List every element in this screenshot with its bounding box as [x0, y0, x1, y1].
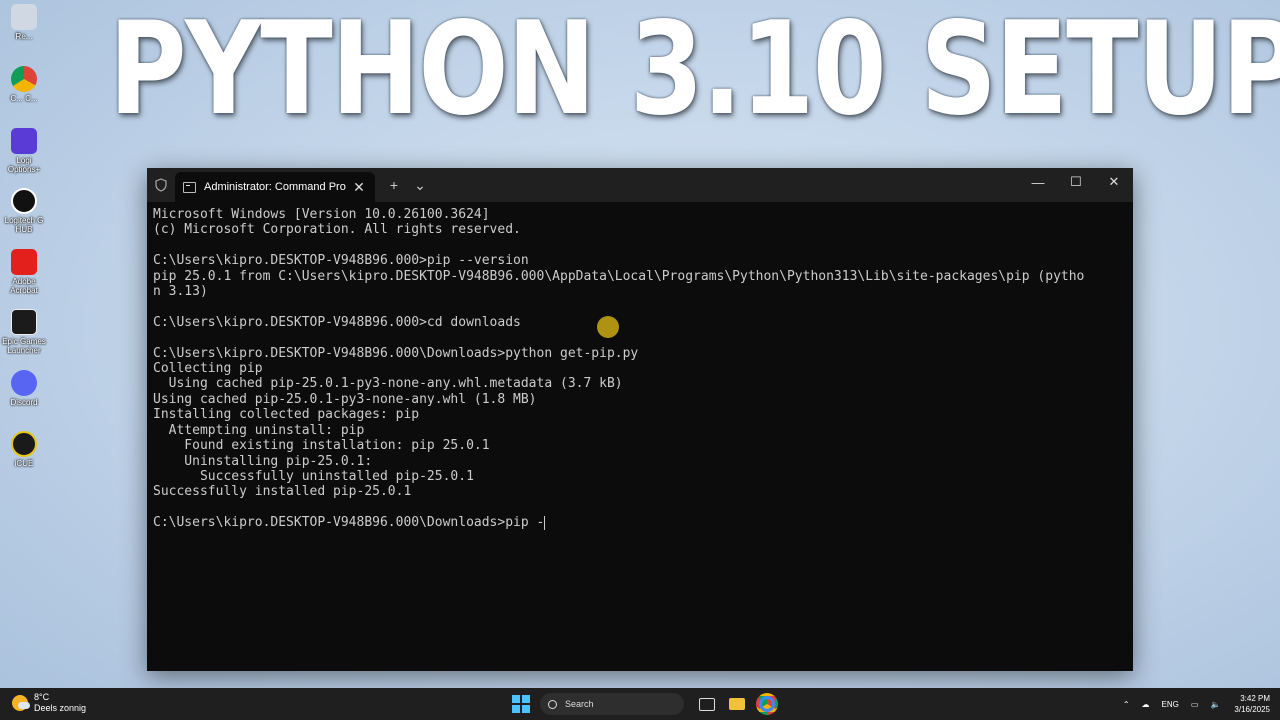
desktop-icon-recycle-bin[interactable]: Re...	[2, 4, 46, 41]
command-prompt-text: C:\Users\kipro.DESKTOP-V948B96.000\Downl…	[153, 515, 545, 531]
terminal-line: Installing collected packages: pip	[153, 407, 420, 423]
folder-icon	[729, 698, 745, 710]
tab-command-prompt[interactable]: Administrator: Command Pro ✕	[175, 172, 375, 202]
terminal-line: Attempting uninstall: pip	[153, 422, 365, 438]
mouse-pointer-highlight	[597, 316, 619, 338]
chrome-icon	[756, 693, 778, 715]
video-headline: PYTHON 3.10 SETUP	[108, 0, 1280, 144]
terminal-line: Using cached pip-25.0.1-py3-none-any.whl…	[153, 391, 537, 407]
language-indicator[interactable]: ENG	[1162, 700, 1179, 709]
desktop-icon-label: Epic Games Launcher	[2, 337, 46, 355]
shield-icon	[155, 178, 167, 192]
desktop-icon-label: iCUE	[14, 459, 34, 468]
desktop-icon-icue[interactable]: iCUE	[2, 431, 46, 468]
system-tray: ⌃ ☁ ENG ▭ 🔈 3:42 PM 3/16/2025	[1111, 688, 1270, 720]
close-tab-icon[interactable]: ✕	[351, 179, 367, 196]
desktop-icons: Re... C... C... Logi Options+ Logitech G…	[0, 0, 50, 690]
volume-icon[interactable]: 🔈	[1210, 700, 1220, 709]
task-view-button[interactable]	[696, 693, 718, 715]
windows-logo-icon	[522, 695, 530, 703]
weather-description: Deels zonnig	[34, 703, 87, 713]
new-tab-button[interactable]: +	[381, 177, 407, 193]
epic-games-icon	[11, 309, 37, 335]
search-placeholder: Search	[565, 699, 594, 709]
desktop-icon-label: Discord	[10, 398, 38, 407]
clock[interactable]: 3:42 PM 3/16/2025	[1234, 693, 1270, 715]
minimize-button[interactable]: —	[1019, 168, 1057, 196]
title-bar[interactable]: Administrator: Command Pro ✕ + ⌄ — ☐ ✕	[147, 168, 1133, 202]
maximize-button[interactable]: ☐	[1057, 168, 1095, 196]
terminal-window: Administrator: Command Pro ✕ + ⌄ — ☐ ✕ M…	[147, 168, 1133, 671]
taskbar-search[interactable]: Search	[540, 693, 684, 715]
desktop-icon-logitech-g-hub[interactable]: Logitech G HUB	[2, 188, 46, 234]
terminal-line: (c) Microsoft Corporation. All rights re…	[153, 222, 521, 238]
weather-widget[interactable]: 8°C Deels zonnig	[12, 692, 86, 714]
weather-temperature: 8°C	[34, 692, 50, 702]
terminal-line: pip 25.0.1 from C:\Users\kipro.DESKTOP-V…	[153, 268, 1085, 284]
partly-sunny-icon	[12, 695, 30, 711]
discord-icon	[11, 370, 37, 396]
terminal-line: C:\Users\kipro.DESKTOP-V948B96.000>pip -…	[153, 253, 529, 269]
window-controls: — ☐ ✕	[1019, 168, 1133, 196]
close-button[interactable]: ✕	[1095, 168, 1133, 196]
recycle-bin-icon	[11, 4, 37, 30]
desktop-icon-label: Logitech G HUB	[4, 216, 44, 234]
terminal-line: Microsoft Windows [Version 10.0.26100.36…	[153, 207, 490, 222]
desktop-icon-logi-options[interactable]: Logi Options+	[2, 128, 46, 174]
adobe-acrobat-icon	[11, 249, 37, 275]
show-hidden-icons-icon[interactable]: ⌃	[1123, 700, 1130, 709]
taskbar-apps: Search	[512, 692, 782, 716]
desktop-icon-adobe-acrobat[interactable]: Adobe Acrobat	[2, 249, 46, 295]
chrome-icon	[11, 66, 37, 92]
cloud-icon[interactable]: ☁	[1142, 700, 1150, 709]
desktop-icon-label: Re...	[15, 32, 33, 41]
logitech-g-hub-icon	[11, 188, 37, 214]
terminal-line: C:\Users\kipro.DESKTOP-V948B96.000\Downl…	[153, 345, 639, 361]
start-button[interactable]	[512, 695, 530, 713]
terminal-output[interactable]: Microsoft Windows [Version 10.0.26100.36…	[147, 202, 1133, 662]
desktop-icon-label: Adobe Acrobat	[10, 277, 38, 295]
desktop-icon-chrome[interactable]: C... C...	[2, 66, 46, 103]
desktop-icon-label: Logi Options+	[7, 156, 41, 174]
clock-date: 3/16/2025	[1234, 705, 1270, 714]
terminal-line: Uninstalling pip-25.0.1:	[153, 453, 373, 469]
command-input-line[interactable]: C:\Users\kipro.DESKTOP-V948B96.000\Downl…	[153, 515, 1127, 530]
terminal-line: Successfully installed pip-25.0.1	[153, 484, 412, 500]
terminal-line: C:\Users\kipro.DESKTOP-V948B96.000>cd do…	[153, 314, 521, 330]
logi-options-icon	[11, 128, 37, 154]
terminal-line: n 3.13)	[153, 284, 208, 300]
desktop-icon-epic-games[interactable]: Epic Games Launcher	[2, 309, 46, 355]
terminal-line: Collecting pip	[153, 361, 263, 377]
taskbar: 8°C Deels zonnig Search ⌃ ☁ ENG ▭ 🔈 3:42…	[0, 688, 1280, 720]
clock-time: 3:42 PM	[1240, 694, 1270, 703]
terminal-line: Using cached pip-25.0.1-py3-none-any.whl…	[153, 376, 623, 392]
desktop-icon-discord[interactable]: Discord	[2, 370, 46, 407]
chrome-taskbar-button[interactable]	[756, 693, 778, 715]
tab-title: Administrator: Command Pro	[204, 181, 346, 193]
windows-logo-icon	[522, 705, 530, 713]
desktop-icon-label: C... C...	[10, 94, 38, 103]
terminal-line: Found existing installation: pip 25.0.1	[153, 438, 490, 454]
tab-dropdown-icon[interactable]: ⌄	[407, 177, 433, 194]
file-explorer-button[interactable]	[726, 693, 748, 715]
windows-logo-icon	[512, 705, 520, 713]
terminal-icon	[183, 181, 196, 193]
windows-logo-icon	[512, 695, 520, 703]
task-view-icon	[699, 697, 715, 711]
text-cursor	[544, 515, 546, 530]
network-icon[interactable]: ▭	[1191, 700, 1199, 709]
search-icon	[548, 699, 557, 709]
terminal-line: Successfully uninstalled pip-25.0.1	[153, 468, 474, 484]
icue-icon	[11, 431, 37, 457]
